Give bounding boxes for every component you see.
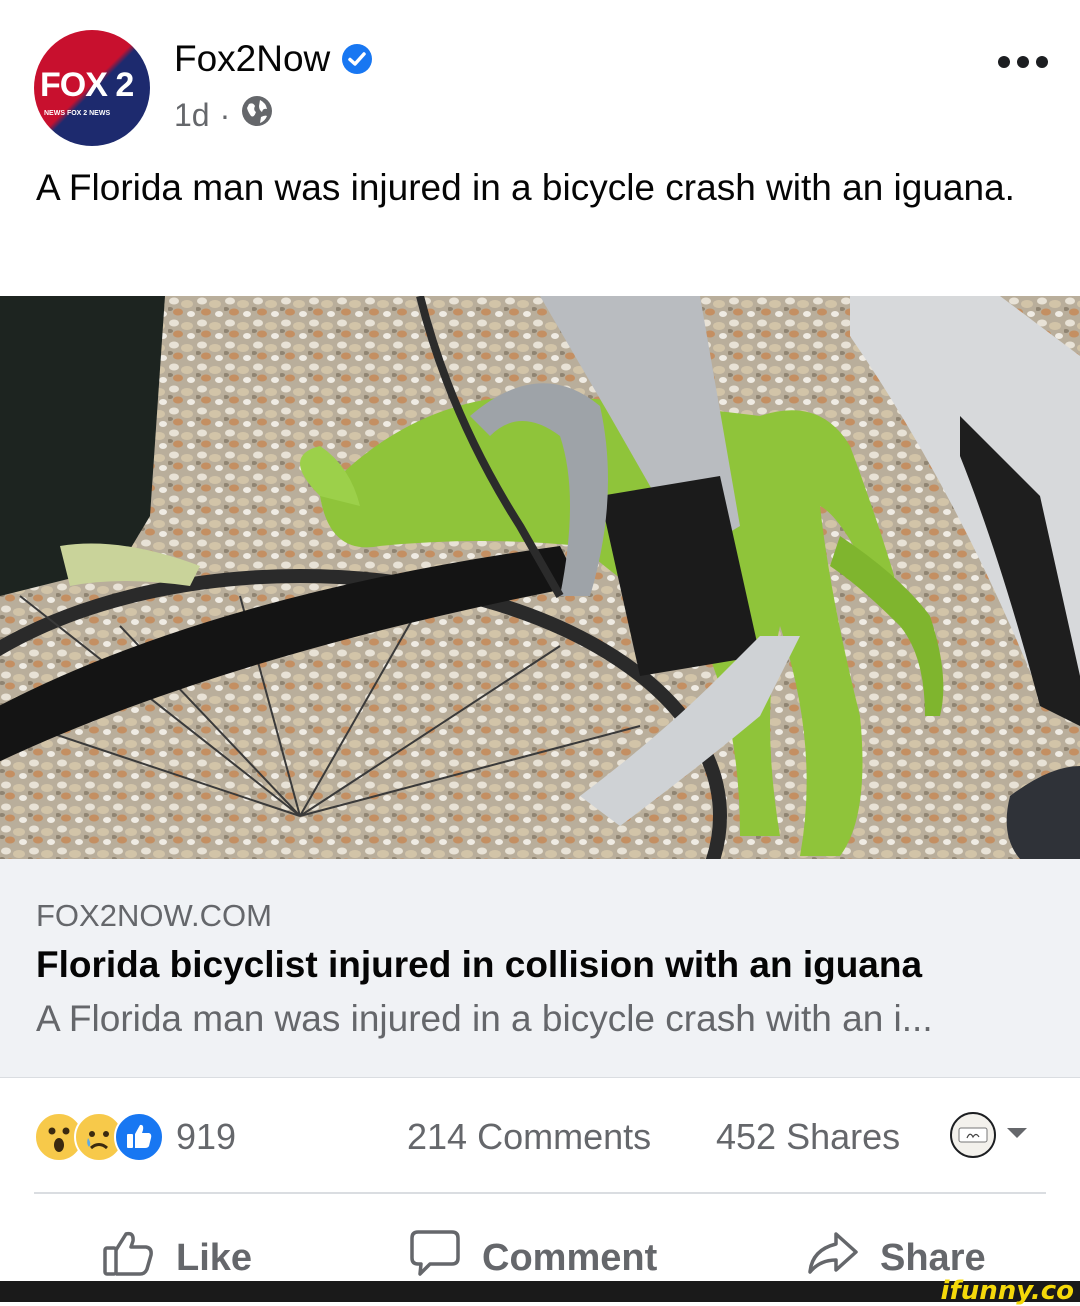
verified-badge-icon bbox=[342, 44, 373, 74]
photo-illustration bbox=[0, 296, 1080, 859]
chevron-down-icon bbox=[1004, 1125, 1030, 1146]
link-description: A Florida man was injured in a bicycle c… bbox=[36, 998, 933, 1039]
comments-count[interactable]: 214 Comments bbox=[407, 1116, 651, 1158]
more-dot-icon bbox=[1017, 56, 1029, 68]
comment-button[interactable]: Comment bbox=[408, 1228, 657, 1288]
meta-separator: · bbox=[219, 96, 231, 133]
like-label: Like bbox=[176, 1236, 253, 1279]
comment-bubble-icon bbox=[408, 1228, 462, 1288]
reaction-audience-selector[interactable] bbox=[950, 1112, 1030, 1158]
comment-label: Comment bbox=[482, 1236, 658, 1279]
shares-count[interactable]: 452 Shares bbox=[716, 1116, 900, 1158]
globe-icon bbox=[240, 94, 274, 136]
link-title[interactable]: Florida bicyclist injured in collision w… bbox=[36, 944, 922, 986]
reactions-summary[interactable]: 919 bbox=[34, 1112, 236, 1162]
page-name-link[interactable]: Fox2Now bbox=[174, 38, 373, 80]
post-meta: 1d · bbox=[174, 94, 274, 136]
reaction-count: 919 bbox=[176, 1116, 237, 1157]
more-dot-icon bbox=[998, 56, 1010, 68]
like-button[interactable]: Like bbox=[102, 1228, 252, 1288]
share-arrow-icon bbox=[806, 1228, 860, 1288]
action-divider bbox=[34, 1192, 1046, 1194]
post-photo[interactable] bbox=[0, 296, 1080, 859]
share-label: Share bbox=[880, 1236, 986, 1279]
watermark-bar bbox=[0, 1281, 1080, 1302]
like-reaction-icon bbox=[114, 1112, 164, 1162]
link-domain: FOX2NOW.COM bbox=[36, 898, 272, 933]
profile-avatar bbox=[950, 1112, 996, 1158]
more-options-button[interactable] bbox=[998, 56, 1048, 68]
page-avatar[interactable]: FOX 2 NEWS FOX 2 NEWS bbox=[34, 30, 150, 146]
avatar-logo-subtext: NEWS FOX 2 NEWS bbox=[44, 110, 111, 117]
page-name[interactable]: Fox2Now bbox=[174, 38, 330, 80]
more-dot-icon bbox=[1036, 56, 1048, 68]
thumbs-up-icon bbox=[102, 1228, 156, 1288]
post-caption: A Florida man was injured in a bicycle c… bbox=[36, 167, 1015, 208]
post-time[interactable]: 1d bbox=[174, 97, 210, 134]
avatar-logo-text: FOX 2 bbox=[40, 66, 134, 104]
